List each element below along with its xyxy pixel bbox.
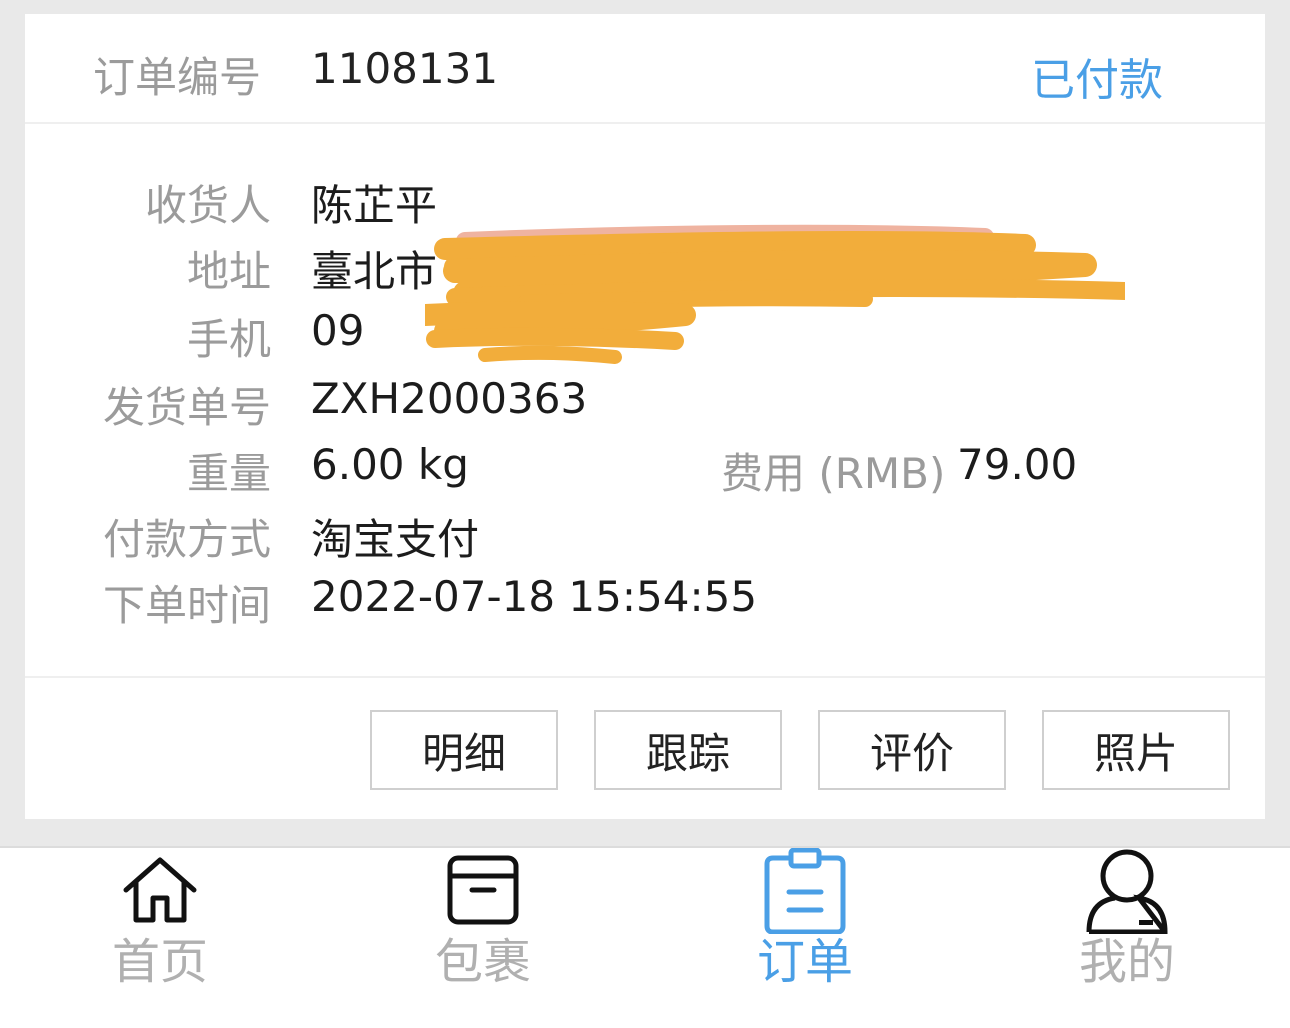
tab-packages-label: 包裹 <box>434 934 531 990</box>
shipment-value: ZXH2000363 <box>311 374 588 423</box>
order-header: 订单编号 1108131 已付款 <box>25 14 1265 124</box>
photos-button[interactable]: 照片 <box>1042 710 1230 790</box>
consignee-value: 陈芷平 <box>311 181 438 230</box>
tab-mine-label: 我的 <box>1078 934 1175 990</box>
payment-label: 付款方式 <box>102 515 271 564</box>
bottom-tab-bar: 首页 包裹 订单 我的 <box>0 846 1290 1028</box>
tab-orders-label: 订单 <box>756 934 853 990</box>
order-status-badge: 已付款 <box>1031 55 1163 106</box>
track-button[interactable]: 跟踪 <box>594 710 782 790</box>
fee-label: 费用 (RMB) <box>721 449 946 498</box>
phone-label: 手机 <box>186 315 271 364</box>
home-icon <box>123 857 197 923</box>
phone-value: 09 <box>311 306 365 355</box>
address-label: 地址 <box>186 247 271 296</box>
tab-packages[interactable]: 包裹 <box>383 848 583 1028</box>
divider <box>25 676 1265 678</box>
detail-button[interactable]: 明细 <box>370 710 558 790</box>
box-icon <box>447 855 519 925</box>
tab-mine[interactable]: 我的 <box>1027 848 1227 1028</box>
order-number: 1108131 <box>311 44 499 93</box>
address-value: 臺北市 <box>311 247 438 296</box>
consignee-label: 收货人 <box>144 181 271 230</box>
tab-orders[interactable]: 订单 <box>705 848 905 1028</box>
fee-value: 79.00 <box>957 440 1078 489</box>
tab-home-label: 首页 <box>111 934 208 990</box>
order-time-label: 下单时间 <box>102 581 271 630</box>
shipment-label: 发货单号 <box>102 383 271 432</box>
redaction-mark <box>425 224 1125 364</box>
order-time-value: 2022-07-18 15:54:55 <box>311 572 758 621</box>
order-card: 订单编号 1108131 已付款 收货人 陈芷平 地址 臺北市 手机 09 发货… <box>25 14 1265 819</box>
order-number-label: 订单编号 <box>93 53 262 102</box>
weight-value: 6.00 kg <box>311 440 469 489</box>
weight-label: 重量 <box>186 449 271 498</box>
payment-value: 淘宝支付 <box>311 515 480 564</box>
review-button[interactable]: 评价 <box>818 710 1006 790</box>
tab-home[interactable]: 首页 <box>60 848 260 1028</box>
